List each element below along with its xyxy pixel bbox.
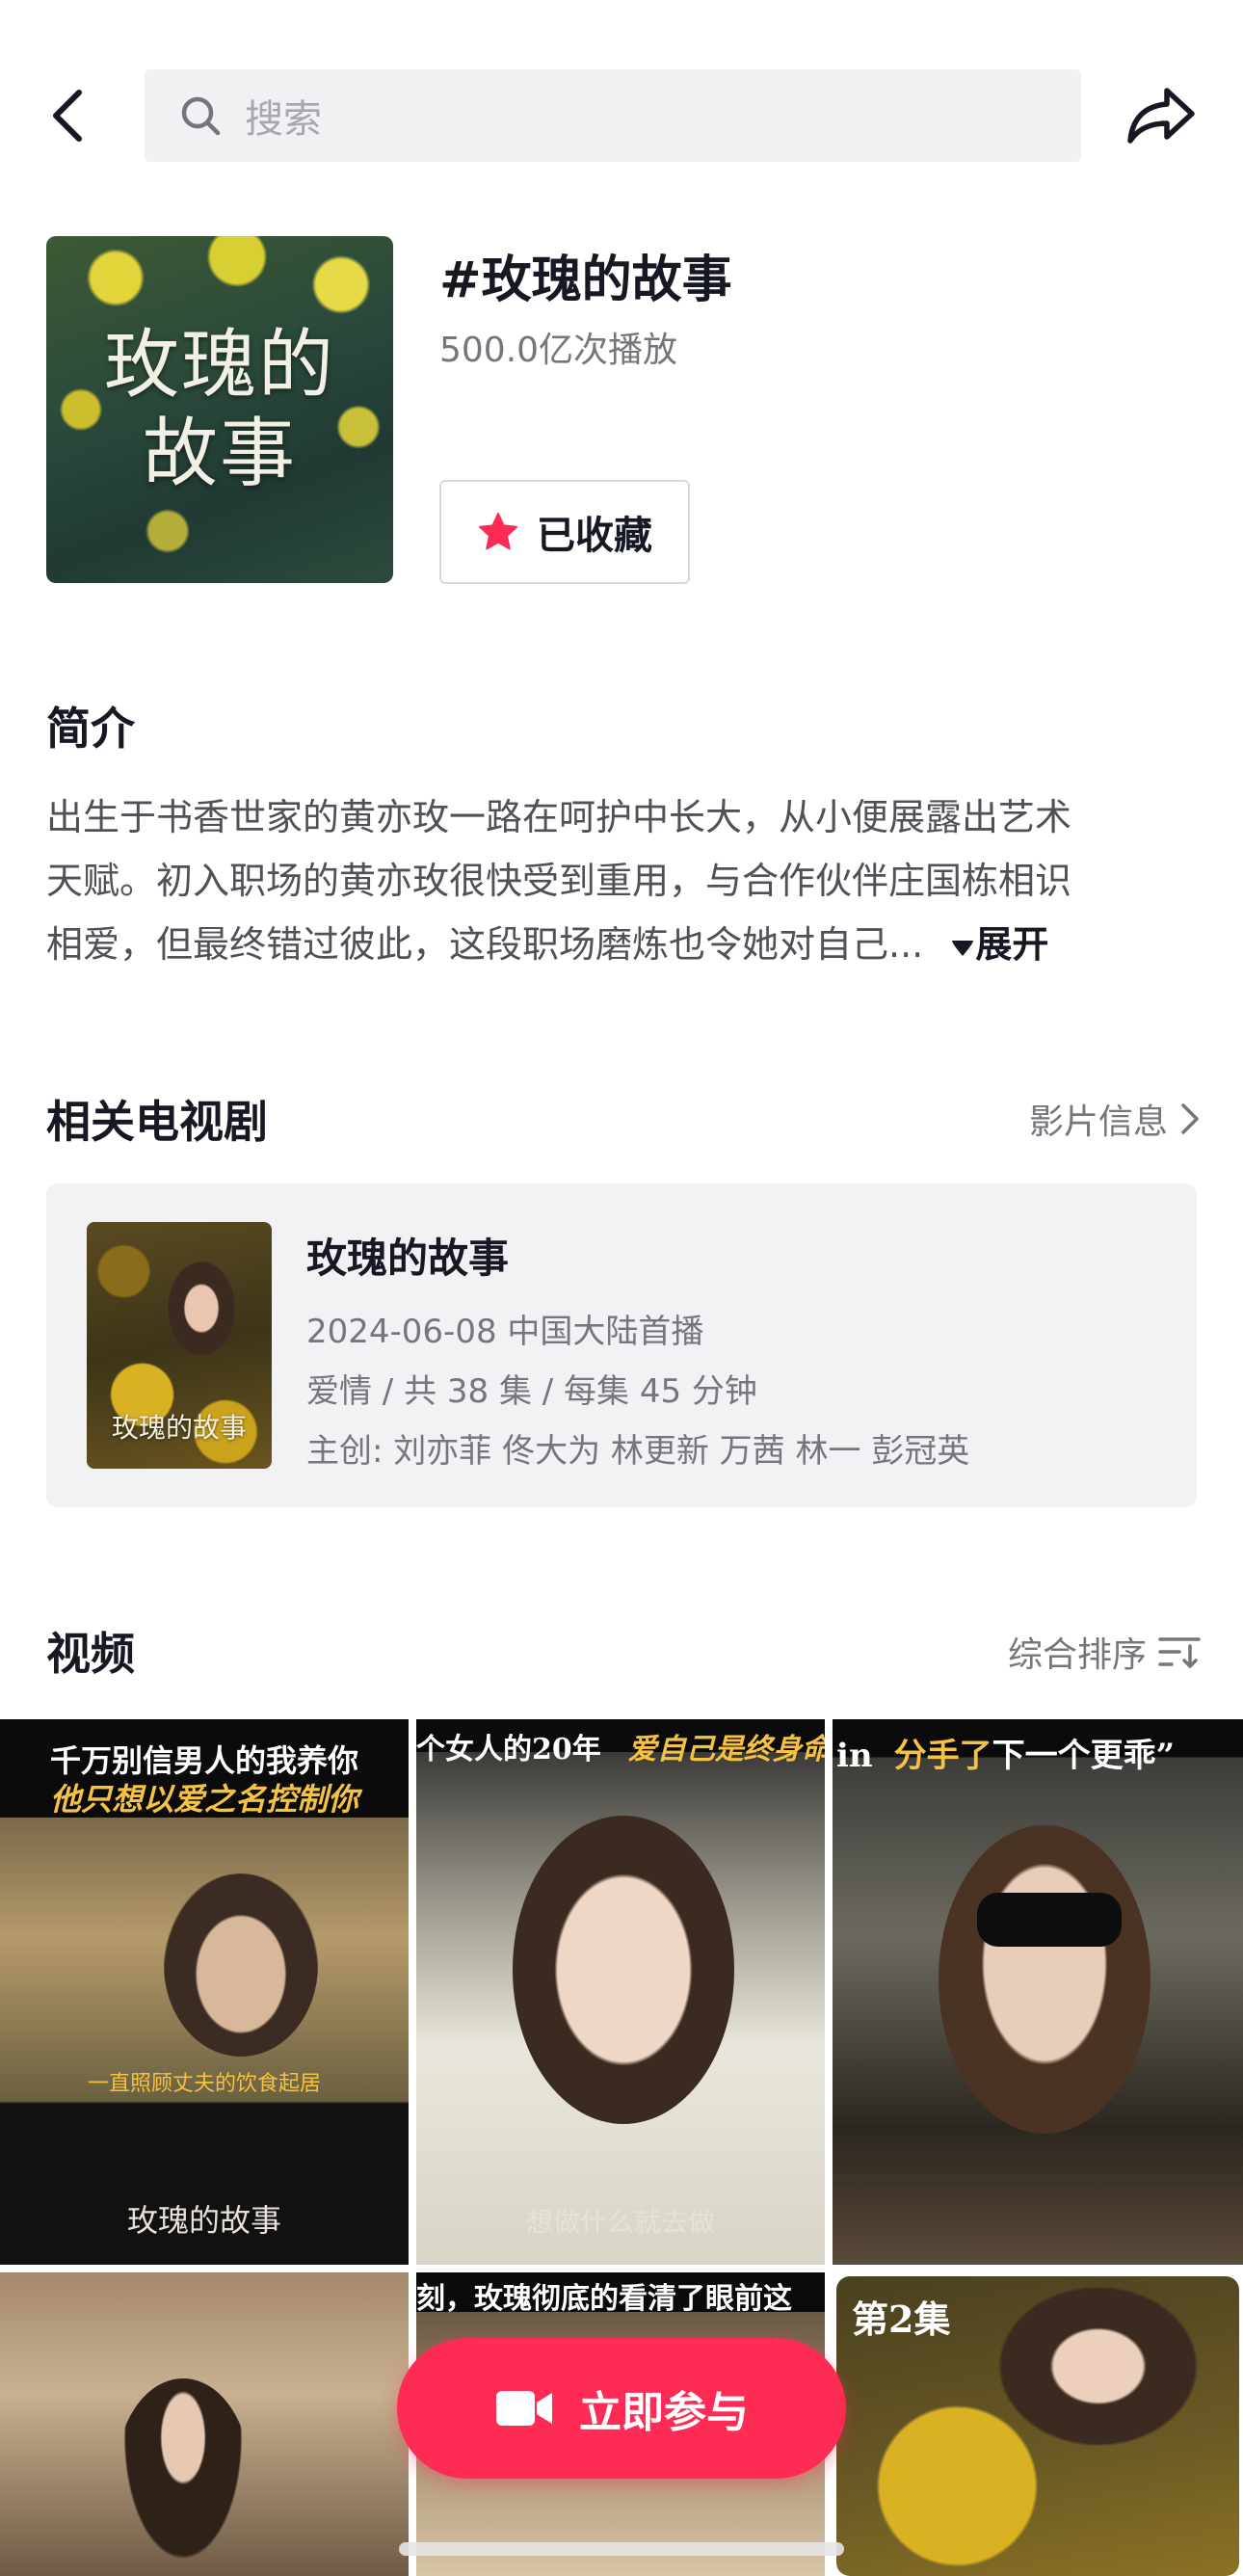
video-thumbnail[interactable]: 千万别信男人的我养你 他只想以爱之名控制你 一直照顾丈夫的饮食起居 玫瑰的故事	[0, 1719, 409, 2265]
video-caption: 一直照顾丈夫的饮食起居	[87, 2072, 321, 2096]
video-thumbnail[interactable]: in 分手了下一个更乖”	[833, 1719, 1243, 2265]
video-thumbnail[interactable]	[0, 2272, 409, 2576]
intro-text: 出生于书香世家的黄亦玫一路在呵护中长大，从小便展露出艺术 天赋。初入职场的黄亦玫…	[46, 785, 1203, 976]
search-icon	[181, 96, 221, 136]
video-caption: 他只想以爱之名控制你	[49, 1781, 358, 1818]
back-button[interactable]	[39, 77, 96, 154]
related-tv-card[interactable]: 玫瑰的故事 玫瑰的故事 2024-06-08 中国大陆首播 爱情 / 共 38 …	[46, 1183, 1197, 1507]
video-subtitle: 玫瑰的故事	[126, 2202, 281, 2239]
star-icon	[479, 513, 517, 550]
intro-heading: 简介	[46, 703, 135, 755]
video-caption: 第2集	[852, 2297, 951, 2341]
intro-line: 出生于书香世家的黄亦玫一路在呵护中长大，从小便展露出艺术	[46, 796, 1072, 838]
video-subtitle: 想做什么就去做	[525, 2206, 715, 2238]
poster-text: 玫瑰的故事	[111, 1412, 247, 1444]
intro-line-text: 天赋。初入职场的黄亦玫很快受到重用，与合作伙伴庄国栋相识	[46, 860, 1072, 902]
topic-title: #玫瑰的故事	[439, 252, 732, 309]
intro-line: 天赋。初入职场的黄亦玫很快受到重用，与合作伙伴庄国栋相识	[46, 849, 1203, 913]
join-now-label: 立即参与	[579, 2388, 749, 2437]
person-figure	[116, 2378, 251, 2576]
video-thumbnail[interactable]: 第2集	[836, 2276, 1239, 2576]
home-indicator	[399, 2542, 844, 2556]
related-tv-heading: 相关电视剧	[46, 1096, 268, 1148]
topic-cover-image[interactable]: 玫瑰的 故事	[46, 236, 393, 583]
person-figure	[939, 1825, 1150, 2134]
share-button[interactable]	[1123, 77, 1200, 154]
person-figure	[513, 1816, 734, 2124]
cover-text-line1: 玫瑰的	[103, 322, 335, 409]
caption-white: 个女人的20年	[416, 1733, 601, 1766]
caption-gold: 分手了	[893, 1737, 992, 1775]
favorite-label: 已收藏	[537, 514, 652, 558]
tv-name: 玫瑰的故事	[306, 1235, 510, 1282]
intro-line: 相爱，但最终错过彼此，这段职场磨炼也令她对自己... 展开	[46, 913, 1203, 976]
caption-white: 下一个更乖”	[992, 1737, 1176, 1775]
video-caption: in 分手了下一个更乖”	[833, 1729, 1243, 1776]
search-placeholder: 搜索	[245, 97, 322, 142]
search-input[interactable]: 搜索	[145, 69, 1081, 162]
tv-creators: 主创: 刘亦菲 佟大为 林更新 万茜 林一 彭冠英	[306, 1432, 970, 1471]
top-bar: 搜索	[0, 0, 1243, 193]
video-caption: 刻，玫瑰彻底的看清了眼前这	[416, 2282, 792, 2316]
videos-heading: 视频	[46, 1628, 135, 1680]
triangle-down-icon	[952, 940, 974, 956]
sort-button[interactable]: 综合排序	[1008, 1627, 1201, 1677]
person-figure	[164, 1873, 318, 2057]
play-count: 500.0亿次播放	[439, 331, 678, 370]
cover-text-line2: 故事	[142, 411, 297, 497]
video-caption: 个女人的20年 爱自己是终身命	[416, 1725, 825, 1767]
expand-toggle[interactable]: 展开	[935, 923, 1048, 966]
join-now-button[interactable]: 立即参与	[397, 2338, 846, 2479]
movie-info-link[interactable]: 影片信息	[1029, 1094, 1201, 1144]
caption-gold: 爱自己是终身命	[627, 1733, 825, 1766]
intro-line-text: 相爱，但最终错过彼此，这段职场磨炼也令她对自己...	[46, 923, 924, 966]
expand-label: 展开	[975, 923, 1049, 966]
caption-white: in	[836, 1737, 873, 1775]
movie-info-label: 影片信息	[1028, 1102, 1168, 1142]
share-arrow-icon	[1127, 88, 1195, 144]
tv-meta: 爱情 / 共 38 集 / 每集 45 分钟	[306, 1372, 757, 1411]
chevron-left-icon	[53, 90, 82, 142]
tv-premiere: 2024-06-08 中国大陆首播	[306, 1313, 704, 1351]
video-thumbnail[interactable]: 个女人的20年 爱自己是终身命 想做什么就去做	[416, 1719, 825, 2265]
video-camera-icon	[496, 2391, 552, 2426]
sort-label: 综合排序	[1007, 1635, 1147, 1675]
tv-poster-image: 玫瑰的故事	[87, 1222, 272, 1469]
favorite-button[interactable]: 已收藏	[439, 480, 690, 584]
sunglasses	[977, 1893, 1122, 1947]
chevron-right-icon	[1181, 1103, 1199, 1134]
sort-filter-icon	[1158, 1637, 1201, 1668]
